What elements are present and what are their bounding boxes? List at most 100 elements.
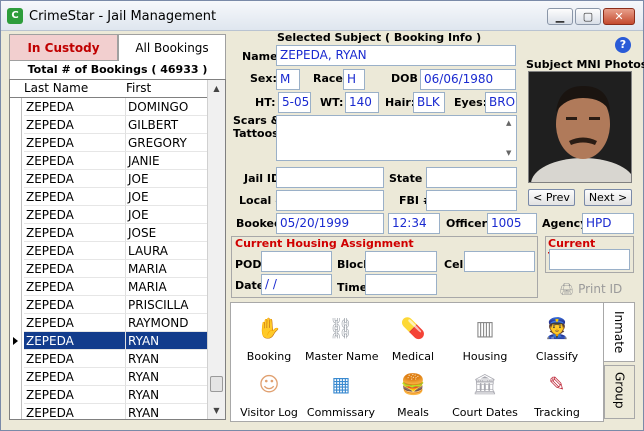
tab-group[interactable]: Group	[604, 365, 635, 419]
pill-icon: 💊	[400, 316, 426, 340]
jail-management-window: C CrimeStar - Jail Management ▁ ▢ ✕ In C…	[0, 0, 644, 431]
minimize-button[interactable]: ▁	[547, 8, 573, 25]
close-button[interactable]: ✕	[603, 8, 635, 25]
table-row[interactable]: ZEPEDA JOE	[10, 170, 207, 188]
subject-photo	[528, 71, 632, 183]
officer-field[interactable]: 1005	[487, 213, 537, 234]
table-row[interactable]: ZEPEDA RYAN	[10, 404, 207, 419]
table-row[interactable]: ZEPEDA JANIE	[10, 152, 207, 170]
row-indicator	[10, 206, 22, 224]
last-name-cell: ZEPEDA	[24, 116, 126, 134]
table-row[interactable]: ZEPEDA MARIA	[10, 260, 207, 278]
state-number-field[interactable]	[426, 167, 517, 188]
table-row[interactable]: ZEPEDA RYAN	[10, 386, 207, 404]
table-row[interactable]: ZEPEDA RYAN	[10, 368, 207, 386]
sex-field[interactable]: M	[276, 69, 300, 90]
master-name-module-button[interactable]: ⛓ Master Name	[305, 311, 379, 363]
scars-tattoos-field[interactable]	[276, 115, 517, 161]
table-row[interactable]: ZEPEDA RYAN	[10, 332, 207, 350]
weight-field[interactable]: 140	[345, 92, 379, 113]
window-title: CrimeStar - Jail Management	[29, 9, 217, 24]
last-name-cell: ZEPEDA	[24, 314, 126, 332]
table-row[interactable]: ZEPEDA DOMINGO	[10, 98, 207, 116]
row-indicator	[10, 404, 22, 419]
first-name-cell: JOE	[126, 206, 207, 224]
column-header-first[interactable]: First	[126, 81, 151, 95]
maximize-button[interactable]: ▢	[575, 8, 601, 25]
fbi-number-field[interactable]	[426, 190, 517, 211]
prev-photo-button[interactable]: < Prev	[528, 189, 575, 206]
tracking-field[interactable]	[549, 249, 630, 270]
module-label: Court Dates	[452, 406, 518, 419]
first-name-cell: JOE	[126, 188, 207, 206]
hair-field[interactable]: BLK	[413, 92, 445, 113]
housing-date-field[interactable]: / /	[261, 274, 332, 295]
tab-inmate[interactable]: Inmate	[604, 302, 635, 362]
scroll-down-arrow-icon[interactable]: ▼	[208, 402, 225, 419]
scanner-icon: ✎	[548, 372, 566, 396]
column-header-last-name[interactable]: Last Name	[24, 81, 88, 95]
cell-door-icon: ▥	[475, 316, 495, 340]
housing-module-button[interactable]: ▥ Housing	[449, 311, 521, 363]
module-label: Master Name	[305, 350, 379, 363]
jail-id-field[interactable]	[276, 167, 384, 188]
title-bar: C CrimeStar - Jail Management ▁ ▢ ✕	[1, 1, 643, 31]
module-label: Booking	[246, 350, 292, 363]
tab-in-custody[interactable]: In Custody	[9, 34, 118, 61]
scroll-up-arrow-icon[interactable]: ▲	[208, 80, 225, 97]
name-field[interactable]: ZEPEDA, RYAN	[276, 45, 516, 66]
module-label: Meals	[397, 406, 429, 419]
first-name-cell: JOSE	[126, 224, 207, 242]
last-name-cell: ZEPEDA	[24, 386, 126, 404]
medical-module-button[interactable]: 💊 Medical	[377, 311, 449, 363]
scars-scroll-up-icon[interactable]: ▲	[506, 119, 511, 127]
classify-module-button[interactable]: 👮 Classify	[521, 311, 593, 363]
module-icon-panel: ✋ Booking ⛓ Master Name 💊 Medical ▥ Housing 👮 Cla…	[230, 302, 604, 422]
visitor-log-module-button[interactable]: ☺ Visitor Log	[233, 367, 305, 419]
booked-date-field[interactable]: 05/20/1999	[276, 213, 384, 234]
commissary-module-button[interactable]: ▦ Commissary	[305, 367, 377, 419]
local-number-field[interactable]	[276, 190, 384, 211]
print-id-label: Print ID	[578, 282, 623, 296]
grid-scrollbar[interactable]: ▲ ▼	[207, 80, 225, 419]
table-row[interactable]: ZEPEDA GREGORY	[10, 134, 207, 152]
last-name-cell: ZEPEDA	[24, 134, 126, 152]
table-row[interactable]: ZEPEDA JOSE	[10, 224, 207, 242]
agency-field[interactable]: HPD	[582, 213, 634, 234]
table-row[interactable]: ZEPEDA LAURA	[10, 242, 207, 260]
print-id-button[interactable]: 🖨 Print ID	[559, 282, 622, 296]
row-indicator	[10, 368, 22, 386]
handcuffs-icon: ⛓	[328, 316, 354, 340]
scars-scroll-down-icon[interactable]: ▼	[506, 149, 511, 157]
table-row[interactable]: ZEPEDA RAYMOND	[10, 314, 207, 332]
table-row[interactable]: ZEPEDA MARIA	[10, 278, 207, 296]
eyes-field[interactable]: BRO	[485, 92, 517, 113]
height-field[interactable]: 5-05	[278, 92, 311, 113]
booked-time-field[interactable]: 12:34	[388, 213, 440, 234]
row-indicator	[10, 170, 22, 188]
first-name-cell: RYAN	[126, 332, 207, 350]
table-row[interactable]: ZEPEDA GILBERT	[10, 116, 207, 134]
race-field[interactable]: H	[343, 69, 365, 90]
housing-time-field[interactable]	[365, 274, 437, 295]
row-indicator	[10, 116, 22, 134]
booking-module-button[interactable]: ✋ Booking	[233, 311, 305, 363]
next-photo-button[interactable]: Next >	[584, 189, 632, 206]
row-indicator	[10, 332, 22, 350]
tracking-module-button[interactable]: ✎ Tracking	[521, 367, 593, 419]
scroll-thumb[interactable]	[210, 376, 223, 392]
table-row[interactable]: ZEPEDA RYAN	[10, 350, 207, 368]
calculator-icon: ▦	[331, 372, 351, 396]
dob-field[interactable]: 06/06/1980	[420, 69, 516, 90]
tab-all-bookings[interactable]: All Bookings	[118, 34, 226, 61]
table-row[interactable]: ZEPEDA JOE	[10, 188, 207, 206]
table-row[interactable]: ZEPEDA JOE	[10, 206, 207, 224]
pod-field[interactable]	[261, 251, 332, 272]
table-row[interactable]: ZEPEDA PRISCILLA	[10, 296, 207, 314]
help-icon[interactable]: ?	[615, 37, 631, 53]
cell-field[interactable]	[464, 251, 535, 272]
block-field[interactable]	[365, 251, 437, 272]
court-dates-module-button[interactable]: 🏛 Court Dates	[449, 367, 521, 419]
hair-label: Hair:	[385, 96, 416, 109]
meals-module-button[interactable]: 🍔 Meals	[377, 367, 449, 419]
